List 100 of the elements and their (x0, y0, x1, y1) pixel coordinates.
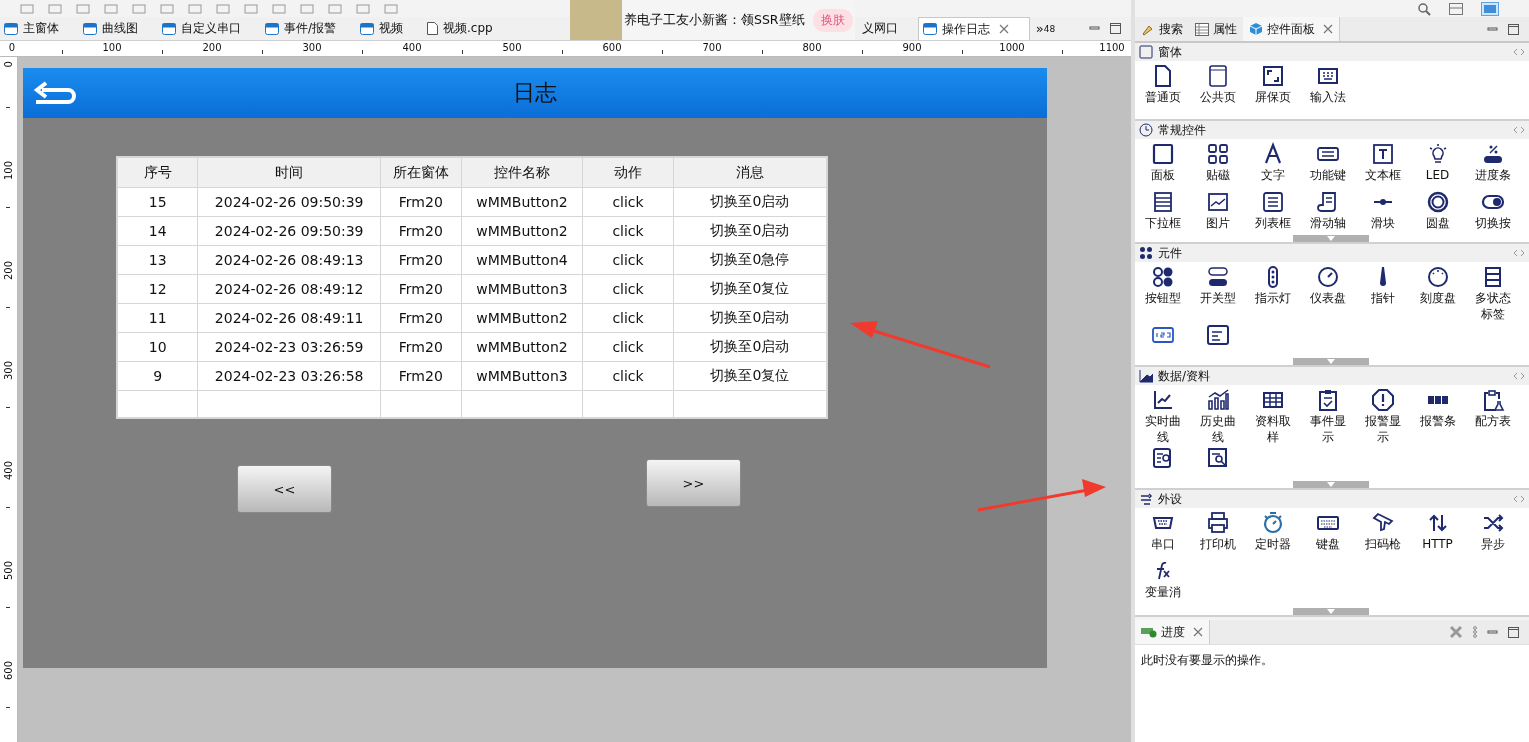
palette-item[interactable]: 事件显示 (1300, 387, 1355, 445)
editor-tab[interactable]: 自定义串口 (158, 17, 261, 40)
collapse-icon[interactable] (1513, 495, 1525, 503)
palette-item[interactable]: 滑动轴 (1300, 189, 1355, 237)
close-icon[interactable] (998, 24, 1009, 34)
palette-section-header[interactable]: 数据/资料 (1135, 367, 1529, 385)
palette-item[interactable]: 键盘 (1300, 510, 1355, 558)
palette-item[interactable]: 指针 (1355, 264, 1410, 322)
palette-item[interactable]: 资料取样 (1245, 387, 1300, 445)
maximize-icon[interactable] (1110, 23, 1121, 34)
editor-tab[interactable]: 操作日志 (917, 17, 1030, 40)
palette-item[interactable]: 配方表 (1465, 387, 1520, 445)
collapse-icon[interactable] (1513, 126, 1525, 134)
palette-item[interactable]: 列表框 (1245, 189, 1300, 237)
more-options-icon[interactable] (1473, 626, 1477, 638)
section-title: 外设 (1158, 490, 1182, 508)
perspective-icon[interactable] (1481, 1, 1499, 16)
palette-item[interactable]: 刻度盘 (1410, 264, 1465, 322)
maximize-icon[interactable] (1508, 626, 1519, 638)
editor-tab[interactable]: 曲线图 (79, 17, 158, 40)
editor-tab[interactable]: 事件/报警 (261, 17, 357, 40)
toolbar-icon[interactable] (272, 3, 286, 14)
next-page-button[interactable]: >> (646, 459, 741, 507)
toolbar-icon[interactable] (216, 3, 230, 14)
palette-item[interactable]: 切换按 (1465, 189, 1520, 237)
palette-item[interactable]: 圆盘 (1410, 189, 1465, 237)
scroll-down-button[interactable] (1293, 358, 1369, 365)
panel-tab[interactable]: 控件面板 (1243, 17, 1340, 41)
layout-icon[interactable] (1449, 2, 1463, 15)
palette-item[interactable]: 贴磁 (1190, 141, 1245, 189)
palette-item[interactable]: 仪表盘 (1300, 264, 1355, 322)
toolbar-icon[interactable] (76, 3, 90, 14)
panel-tab[interactable]: 进度 (1135, 620, 1210, 644)
toolbar-icon[interactable] (244, 3, 258, 14)
panel-tab[interactable]: 属性 (1189, 17, 1243, 41)
palette-item[interactable]: 打印机 (1190, 510, 1245, 558)
collapse-icon[interactable] (1513, 372, 1525, 380)
scroll-down-button[interactable] (1293, 235, 1369, 242)
notification-popup[interactable]: 养电子工友小新酱：领SSR壁纸 换肤 (570, 0, 855, 40)
close-icon[interactable] (1323, 24, 1333, 34)
previous-page-button[interactable]: << (237, 465, 332, 513)
toolbar-icon[interactable] (20, 3, 34, 14)
editor-tab[interactable]: 视频.cpp (423, 17, 513, 40)
caret-icon (1327, 236, 1335, 241)
palette-item[interactable]: 历史曲线 (1190, 387, 1245, 445)
back-arrow-icon[interactable] (32, 80, 78, 106)
toolbar-icon[interactable] (104, 3, 118, 14)
palette-item[interactable]: 面板 (1135, 141, 1190, 189)
palette-item[interactable]: 报警显示 (1355, 387, 1410, 445)
palette-item[interactable]: 图片 (1190, 189, 1245, 237)
palette-item[interactable]: 变量消 (1135, 558, 1190, 606)
editor-tab[interactable]: 视频 (356, 17, 424, 40)
palette-section-header[interactable]: 窗体 (1135, 43, 1529, 61)
window-icon (1139, 45, 1153, 59)
toolbar-icon[interactable] (384, 3, 398, 14)
toolbar-icon[interactable] (300, 3, 314, 14)
panel-tab[interactable]: 搜索 (1135, 17, 1189, 41)
palette-item[interactable]: 指示灯 (1245, 264, 1300, 322)
toolbar-icon[interactable] (356, 3, 370, 14)
palette-item[interactable]: 报警条 (1410, 387, 1465, 445)
palette-item[interactable]: 多状态标签 (1465, 264, 1520, 322)
palette-section-header[interactable]: 元件 (1135, 244, 1529, 262)
maximize-icon[interactable] (1508, 23, 1519, 35)
remove-icon[interactable] (1449, 625, 1463, 639)
close-icon[interactable] (1193, 627, 1203, 637)
editor-tab[interactable]: 义网口 (857, 17, 918, 40)
collapse-icon[interactable] (1513, 48, 1525, 56)
palette-item[interactable]: 普通页 (1135, 63, 1190, 111)
palette-item[interactable]: 文本框 (1355, 141, 1410, 189)
collapse-icon[interactable] (1513, 249, 1525, 257)
palette-item[interactable]: 文字 (1245, 141, 1300, 189)
palette-item[interactable]: 定时器 (1245, 510, 1300, 558)
scroll-down-button[interactable] (1293, 481, 1369, 488)
editor-tab[interactable]: 主窗体 (0, 17, 79, 40)
palette-item[interactable]: 开关型 (1190, 264, 1245, 322)
palette-item[interactable]: 功能键 (1300, 141, 1355, 189)
palette-item[interactable]: 输入法 (1300, 63, 1355, 111)
toolbar-icon[interactable] (328, 3, 342, 14)
palette-item[interactable]: 下拉框 (1135, 189, 1190, 237)
toolbar-icon[interactable] (160, 3, 174, 14)
palette-item[interactable]: LED (1410, 141, 1465, 189)
palette-item[interactable]: HTTP (1410, 510, 1465, 558)
gauge-icon (1315, 265, 1340, 289)
toolbar-icon[interactable] (188, 3, 202, 14)
palette-item[interactable]: 进度条 (1465, 141, 1520, 189)
palette-item[interactable]: 串口 (1135, 510, 1190, 558)
palette-item[interactable]: 实时曲线 (1135, 387, 1190, 445)
palette-item[interactable]: 滑块 (1355, 189, 1410, 237)
scroll-down-button[interactable] (1293, 608, 1369, 615)
palette-section-header[interactable]: 常规控件 (1135, 121, 1529, 139)
search-icon[interactable] (1417, 1, 1431, 16)
palette-item[interactable]: 屏保页 (1245, 63, 1300, 111)
palette-item[interactable]: 扫码枪 (1355, 510, 1410, 558)
toolbar-icon[interactable] (48, 3, 62, 14)
palette-item[interactable]: 按钮型 (1135, 264, 1190, 322)
palette-item[interactable]: 公共页 (1190, 63, 1245, 111)
ruler-number: 0 (8, 41, 16, 54)
toolbar-icon[interactable] (132, 3, 146, 14)
palette-section-header[interactable]: 外设 (1135, 490, 1529, 508)
palette-item[interactable]: 异步 (1465, 510, 1520, 558)
